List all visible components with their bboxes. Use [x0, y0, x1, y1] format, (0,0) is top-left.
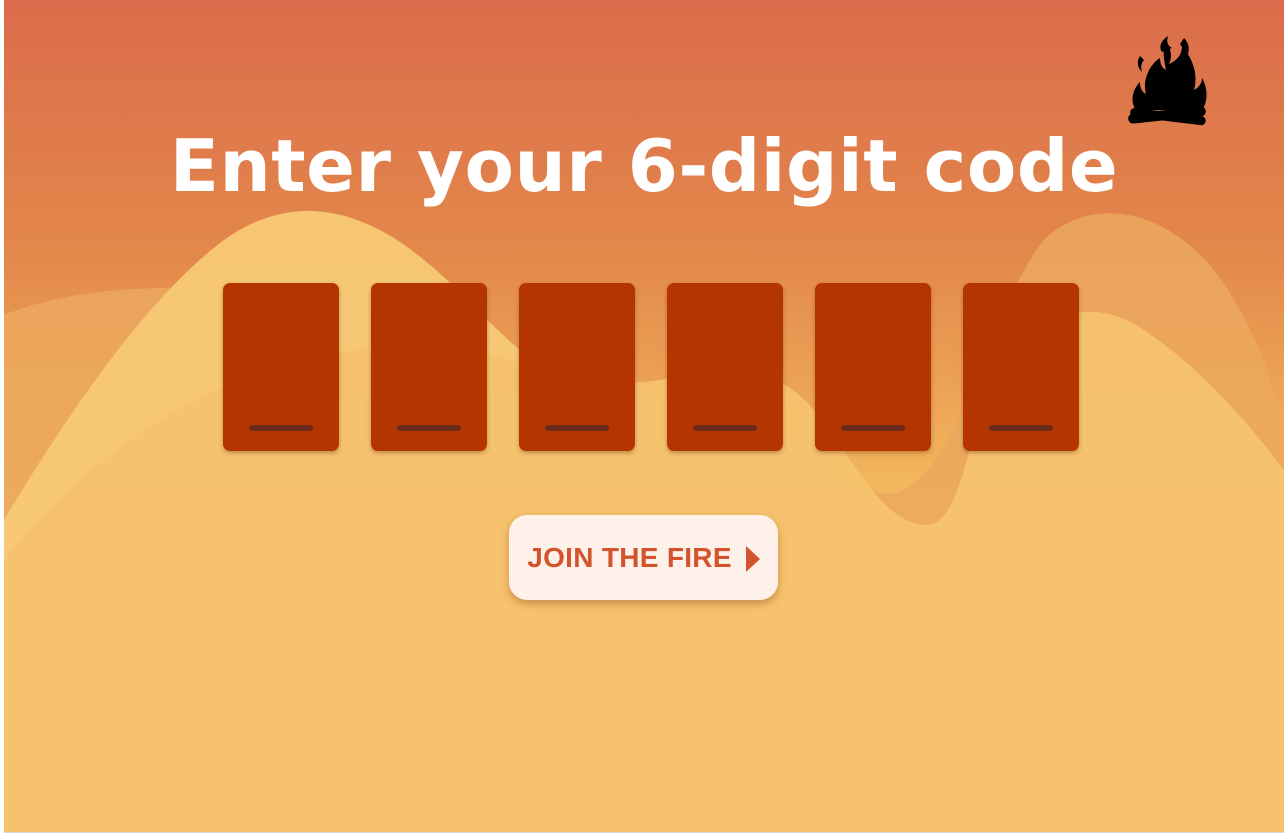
- campfire-icon: [1128, 36, 1207, 126]
- code-digit-6[interactable]: [963, 283, 1079, 451]
- page-title: Enter your 6-digit code: [169, 124, 1119, 208]
- join-button-label: JOIN THE FIRE: [527, 541, 732, 573]
- chevron-right-icon: [745, 545, 760, 572]
- code-digit-4[interactable]: [667, 283, 783, 451]
- join-the-fire-button[interactable]: JOIN THE FIRE: [509, 515, 778, 600]
- code-digit-5[interactable]: [815, 283, 931, 451]
- code-digit-1[interactable]: [223, 283, 339, 451]
- code-digit-2[interactable]: [371, 283, 487, 451]
- code-digit-1-underline: [249, 425, 313, 431]
- code-digit-2-underline: [397, 425, 461, 431]
- code-digit-3-underline: [545, 425, 609, 431]
- code-digit-6-underline: [989, 425, 1053, 431]
- code-digit-3[interactable]: [519, 283, 635, 451]
- code-entry-screen: Enter your 6-digit code JOIN THE FIRE: [4, 0, 1284, 833]
- code-input-group: [223, 283, 1079, 451]
- code-digit-4-underline: [693, 425, 757, 431]
- code-digit-5-underline: [841, 425, 905, 431]
